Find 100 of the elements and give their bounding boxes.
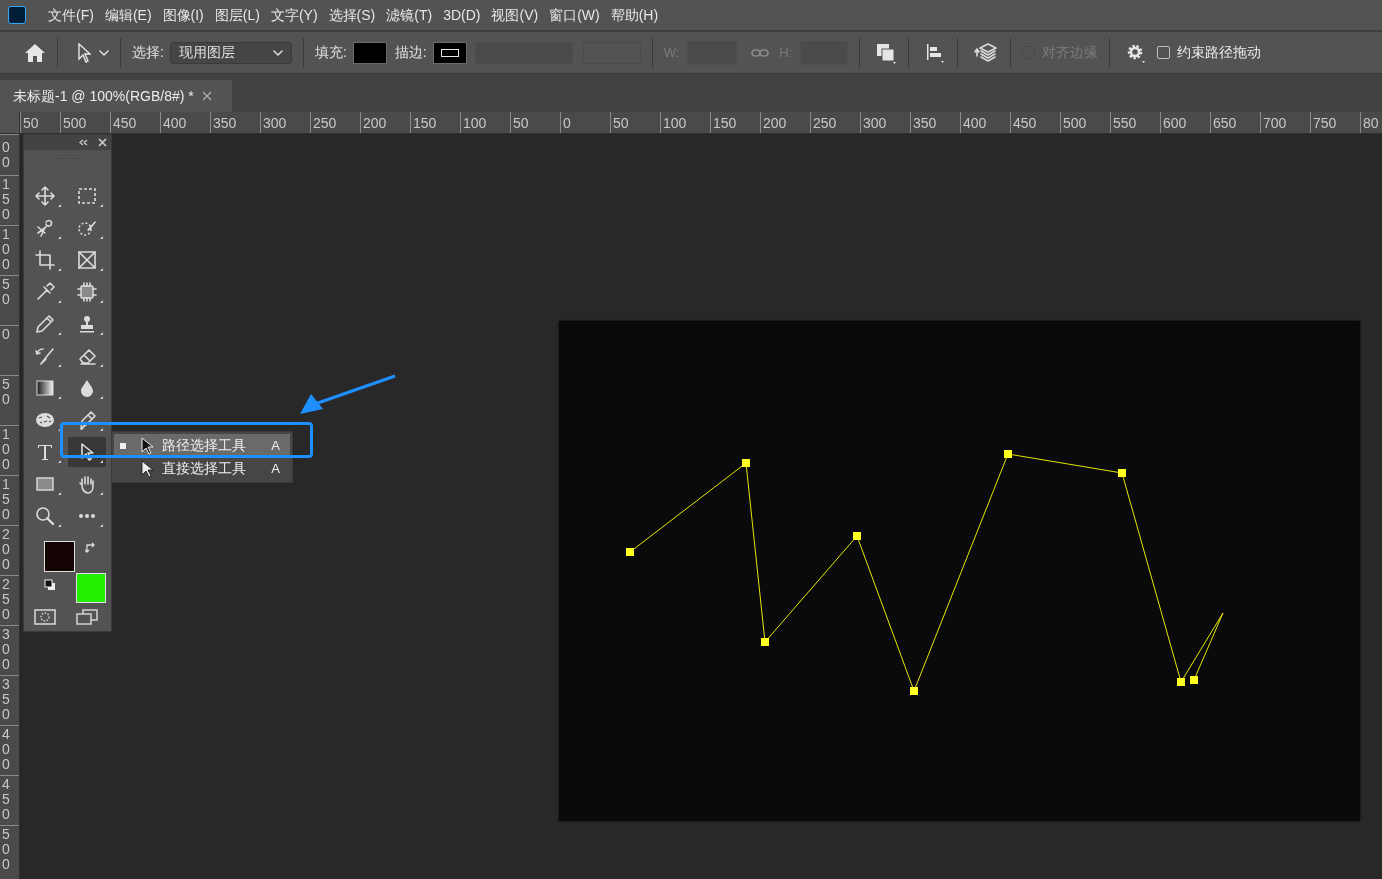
zoom-icon: [35, 506, 55, 526]
menu-item[interactable]: 图像(I): [157, 4, 209, 26]
foreground-color-swatch[interactable]: [44, 541, 75, 572]
lasso-icon: [35, 218, 55, 238]
ruler-label: 100: [663, 115, 687, 131]
collapse-icon: [79, 139, 88, 146]
menu-item[interactable]: 选择(S): [323, 4, 381, 26]
ruler-label: 300: [1, 627, 11, 672]
crop-icon: [35, 250, 55, 270]
menu-item[interactable]: 窗口(W): [544, 4, 605, 26]
swap-arrows-icon: [85, 542, 97, 554]
stroke-label: 描边:: [394, 43, 427, 62]
ruler-label: 50: [23, 115, 39, 131]
arrow-cursor-icon: [140, 459, 154, 478]
ruler-label: 350: [213, 115, 237, 131]
ruler-label: 100: [463, 115, 487, 131]
ruler-label: 350: [1, 677, 11, 722]
caret-icon: [99, 49, 109, 56]
menu-item[interactable]: 文件(F): [43, 4, 99, 26]
ruler-label: 150: [413, 115, 437, 131]
eraser-icon: [77, 346, 97, 366]
ruler-label: 150: [713, 115, 737, 131]
frame-icon: [77, 250, 97, 270]
screen-mode-icon: [76, 609, 98, 625]
constrain-checkbox[interactable]: [1157, 46, 1171, 59]
pen-icon: [77, 410, 97, 430]
menu-item[interactable]: 视图(V): [486, 4, 544, 26]
arrow-cursor-icon: [140, 436, 154, 455]
ruler-label: 350: [913, 115, 937, 131]
ruler-label: 500: [1, 827, 11, 872]
menu-item[interactable]: 文字(Y): [265, 4, 323, 26]
move-icon: [35, 186, 55, 206]
ruler-label: 500: [63, 115, 87, 131]
layers-arrow-icon: [973, 41, 1000, 64]
ruler-label: 100: [1, 427, 11, 472]
ruler-label: 450: [1013, 115, 1037, 131]
rectangle-icon: [35, 474, 55, 494]
link-icon: [751, 47, 770, 58]
ruler-label: 50: [513, 115, 529, 131]
ruler-label: 0: [1, 327, 11, 342]
ruler-label: 500: [1063, 115, 1087, 131]
menu-item[interactable]: 图层(L): [209, 4, 265, 26]
stamp-icon: [77, 314, 97, 334]
document-tab[interactable]: 未标题-1 @ 100%(RGB/8#) *: [0, 80, 232, 112]
hand-icon: [77, 474, 97, 494]
align-left-icon: [924, 41, 947, 64]
pencil-icon: [35, 314, 55, 334]
select-label: 选择:: [132, 43, 164, 62]
ruler-label: 250: [813, 115, 837, 131]
close-icon: [98, 138, 107, 147]
current-tool-marker: [120, 442, 126, 449]
ruler-label: 50: [613, 115, 629, 131]
patch-icon: [77, 282, 97, 302]
ruler-label: 50: [1, 377, 11, 407]
fill-label: 填充:: [314, 43, 347, 62]
ruler-label: 750: [1313, 115, 1337, 131]
ruler-label: 50: [1, 277, 11, 307]
fill-swatch[interactable]: [352, 41, 387, 64]
quick-select-icon: [77, 218, 97, 238]
ruler-label: 450: [1, 777, 11, 822]
caret-icon: [272, 49, 283, 56]
ruler-label: 400: [963, 115, 987, 131]
ruler-label: 600: [1163, 115, 1187, 131]
ruler-label: 150: [1, 477, 11, 522]
flyout-item[interactable]: 路径选择工具 A: [114, 434, 290, 457]
ruler-label: 300: [263, 115, 287, 131]
ruler-label: 100: [1, 227, 11, 272]
ruler-label: 0: [563, 115, 571, 131]
app-logo-icon: [8, 6, 26, 24]
ruler-label: 400: [1, 727, 11, 772]
eyedropper-icon: [35, 282, 55, 302]
ruler-label: 450: [113, 115, 137, 131]
menu-item[interactable]: 编辑(E): [99, 4, 157, 26]
menu-item[interactable]: 3D(D): [438, 4, 486, 26]
pointer-arrow-icon: [299, 374, 397, 416]
quick-mask-icon: [34, 609, 56, 625]
sponge-icon: [35, 410, 55, 430]
ruler-label: 550: [1113, 115, 1137, 131]
close-icon: [201, 91, 212, 101]
ruler-label: 400: [163, 115, 187, 131]
default-colors-icon: [44, 579, 56, 591]
stroke-swatch[interactable]: [432, 41, 467, 64]
ruler-label: 200: [363, 115, 387, 131]
background-color-swatch[interactable]: [76, 573, 106, 603]
gradient-icon: [35, 378, 55, 398]
ruler-label: 200: [1, 527, 11, 572]
ruler-label: 250: [1, 577, 11, 622]
menu-item[interactable]: 帮助(H): [605, 4, 664, 26]
ruler-label: 200: [763, 115, 787, 131]
home-icon: [24, 42, 46, 63]
ruler-label: 150: [1, 177, 11, 222]
stacked-squares-icon: [875, 41, 898, 64]
select-dropdown[interactable]: 现用图层: [169, 41, 292, 64]
constrain-label: 约束路径拖动: [1177, 43, 1262, 62]
arrow-cursor-icon: [77, 42, 91, 63]
ruler-label: 80: [1363, 115, 1379, 131]
ruler-label: 00: [1, 140, 11, 170]
flyout-item[interactable]: 直接选择工具 A: [114, 457, 290, 480]
ellipsis-icon: [79, 514, 95, 518]
menu-item[interactable]: 滤镜(T): [381, 4, 438, 26]
